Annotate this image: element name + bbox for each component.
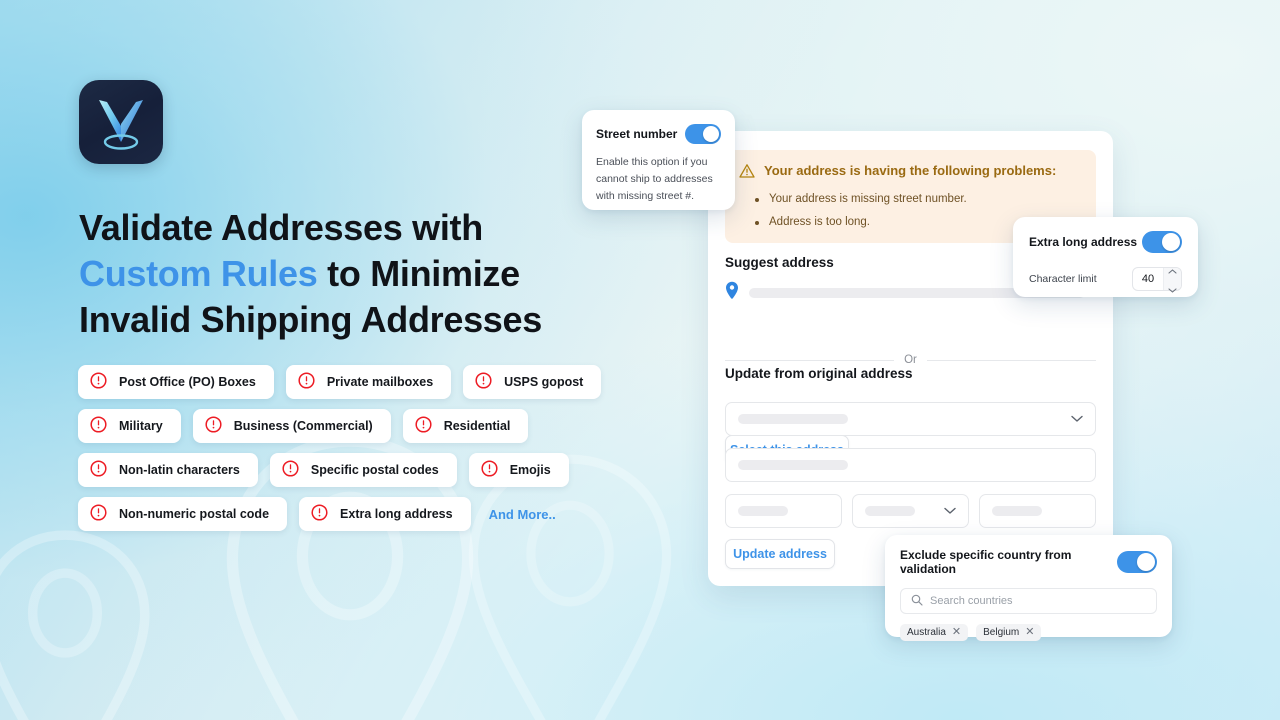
street-number-setting-card: Street number Enable this option if you …: [582, 110, 735, 210]
alert-header: Your address is having the following pro…: [739, 162, 1082, 183]
rule-pill[interactable]: Non-numeric postal code: [78, 497, 288, 531]
address-line-2-field[interactable]: [725, 448, 1096, 482]
exclude-country-title: Exclude specific country from validation: [900, 548, 1072, 576]
city-value-bar: [738, 506, 788, 516]
hero-banner: Validate Addresses with Custom Rules to …: [0, 0, 1280, 720]
extra-long-address-setting-card: Extra long address Character limit 40: [1013, 217, 1198, 297]
rule-pill-label: Business (Commercial): [233, 419, 373, 433]
rule-pill-list: Post Office (PO) Boxes Private mailboxes U…: [78, 365, 638, 531]
address-line-2-value-bar: [738, 460, 848, 470]
country-chip[interactable]: Belgium ✕: [976, 624, 1042, 641]
close-icon[interactable]: ✕: [1025, 627, 1034, 638]
street-number-header: Street number: [596, 124, 721, 144]
rule-pill-label: Non-latin characters: [119, 463, 240, 477]
character-limit-row: Character limit 40: [1029, 267, 1182, 293]
rule-pill-label: Non-numeric postal code: [119, 507, 270, 521]
rule-pill-label: Emojis: [509, 463, 551, 477]
watermark-pin-1: [0, 520, 160, 720]
headline-line-3: Invalid Shipping Addresses: [79, 299, 542, 340]
error-circle-icon: [311, 504, 328, 524]
rule-pill-label: USPS gopost: [504, 375, 584, 389]
chevron-up-icon[interactable]: [1168, 261, 1177, 279]
selected-country-chip-list: Australia ✕ Belgium ✕: [900, 624, 1157, 641]
error-circle-icon: [90, 416, 107, 436]
alert-item: Your address is missing street number.: [753, 192, 1082, 207]
country-chip-label: Belgium: [983, 627, 1020, 638]
rule-pill-label: Residential: [443, 419, 511, 433]
rule-pill[interactable]: Residential: [402, 409, 529, 443]
error-circle-icon: [298, 372, 315, 392]
exclude-country-toggle[interactable]: [1117, 551, 1157, 573]
street-number-toggle[interactable]: [685, 124, 721, 144]
alert-title: Your address is having the following pro…: [764, 163, 1057, 178]
warning-triangle-icon: [739, 163, 755, 183]
or-label: Or: [904, 354, 917, 366]
error-circle-icon: [90, 460, 107, 480]
map-pin-icon: [725, 281, 739, 304]
rule-pill-label: Specific postal codes: [310, 463, 439, 477]
headline-line-1: Validate Addresses with: [79, 207, 483, 248]
error-circle-icon: [415, 416, 432, 436]
country-chip[interactable]: Australia ✕: [900, 624, 969, 641]
suggest-address-title: Suggest address: [725, 255, 834, 270]
chevron-down-icon: [1071, 410, 1083, 428]
extra-long-address-toggle[interactable]: [1142, 231, 1182, 253]
postal-code-field[interactable]: [979, 494, 1096, 528]
error-circle-icon: [282, 460, 299, 480]
postal-code-value-bar: [992, 506, 1042, 516]
error-circle-icon: [481, 460, 498, 480]
address-validation-panel: Your address is having the following pro…: [708, 131, 1113, 586]
rule-pill[interactable]: Military: [78, 409, 181, 443]
update-address-button[interactable]: Update address: [725, 539, 835, 569]
extra-long-address-header: Extra long address: [1029, 231, 1182, 253]
country-search-input[interactable]: Search countries: [900, 588, 1157, 614]
character-limit-stepper[interactable]: 40: [1132, 267, 1182, 293]
page-title: Validate Addresses with Custom Rules to …: [79, 205, 719, 343]
headline-line-2-tail: to Minimize: [317, 253, 520, 294]
country-search-placeholder: Search countries: [930, 595, 1013, 607]
or-divider: Or: [725, 354, 1096, 366]
rule-pill[interactable]: Specific postal codes: [269, 453, 457, 487]
state-value-bar: [865, 506, 915, 516]
rule-pill[interactable]: Business (Commercial): [192, 409, 391, 443]
street-number-description: Enable this option if you cannot ship to…: [596, 156, 713, 202]
rule-pill[interactable]: Emojis: [468, 453, 569, 487]
rule-pill[interactable]: USPS gopost: [463, 365, 602, 399]
country-chip-label: Australia: [907, 627, 946, 638]
street-number-title: Street number: [596, 127, 678, 141]
rule-pill-label: Post Office (PO) Boxes: [119, 375, 256, 389]
character-limit-label: Character limit: [1029, 273, 1097, 285]
app-logo: [79, 80, 163, 164]
divider-line-right: [926, 359, 1096, 361]
rule-pill[interactable]: Non-latin characters: [78, 453, 258, 487]
and-more-link[interactable]: And More..: [483, 497, 562, 531]
error-circle-icon: [90, 372, 107, 392]
address-select-field[interactable]: [725, 402, 1096, 436]
error-circle-icon: [475, 372, 492, 392]
stepper-arrows[interactable]: [1163, 268, 1181, 293]
character-limit-value[interactable]: 40: [1133, 273, 1163, 285]
exclude-country-setting-card: Exclude specific country from validation…: [885, 535, 1172, 641]
error-circle-icon: [205, 416, 222, 436]
update-from-original-address-title: Update from original address: [725, 366, 913, 381]
search-icon: [911, 594, 923, 609]
close-icon[interactable]: ✕: [952, 627, 961, 638]
rule-pill[interactable]: Private mailboxes: [285, 365, 452, 399]
rule-pill-label: Extra long address: [340, 507, 453, 521]
address-field-value-bar: [738, 414, 848, 424]
headline-accent: Custom Rules: [79, 253, 318, 294]
rule-pill-label: Military: [119, 419, 163, 433]
city-field[interactable]: [725, 494, 842, 528]
chevron-down-icon: [944, 502, 956, 520]
extra-long-address-title: Extra long address: [1029, 235, 1138, 249]
error-circle-icon: [90, 504, 107, 524]
rule-pill[interactable]: Extra long address: [299, 497, 471, 531]
exclude-country-header: Exclude specific country from validation: [900, 548, 1157, 576]
state-select-field[interactable]: [852, 494, 969, 528]
rule-pill[interactable]: Post Office (PO) Boxes: [78, 365, 274, 399]
rule-pill-label: Private mailboxes: [326, 375, 434, 389]
chevron-down-icon[interactable]: [1168, 280, 1177, 298]
divider-line-left: [725, 359, 895, 361]
